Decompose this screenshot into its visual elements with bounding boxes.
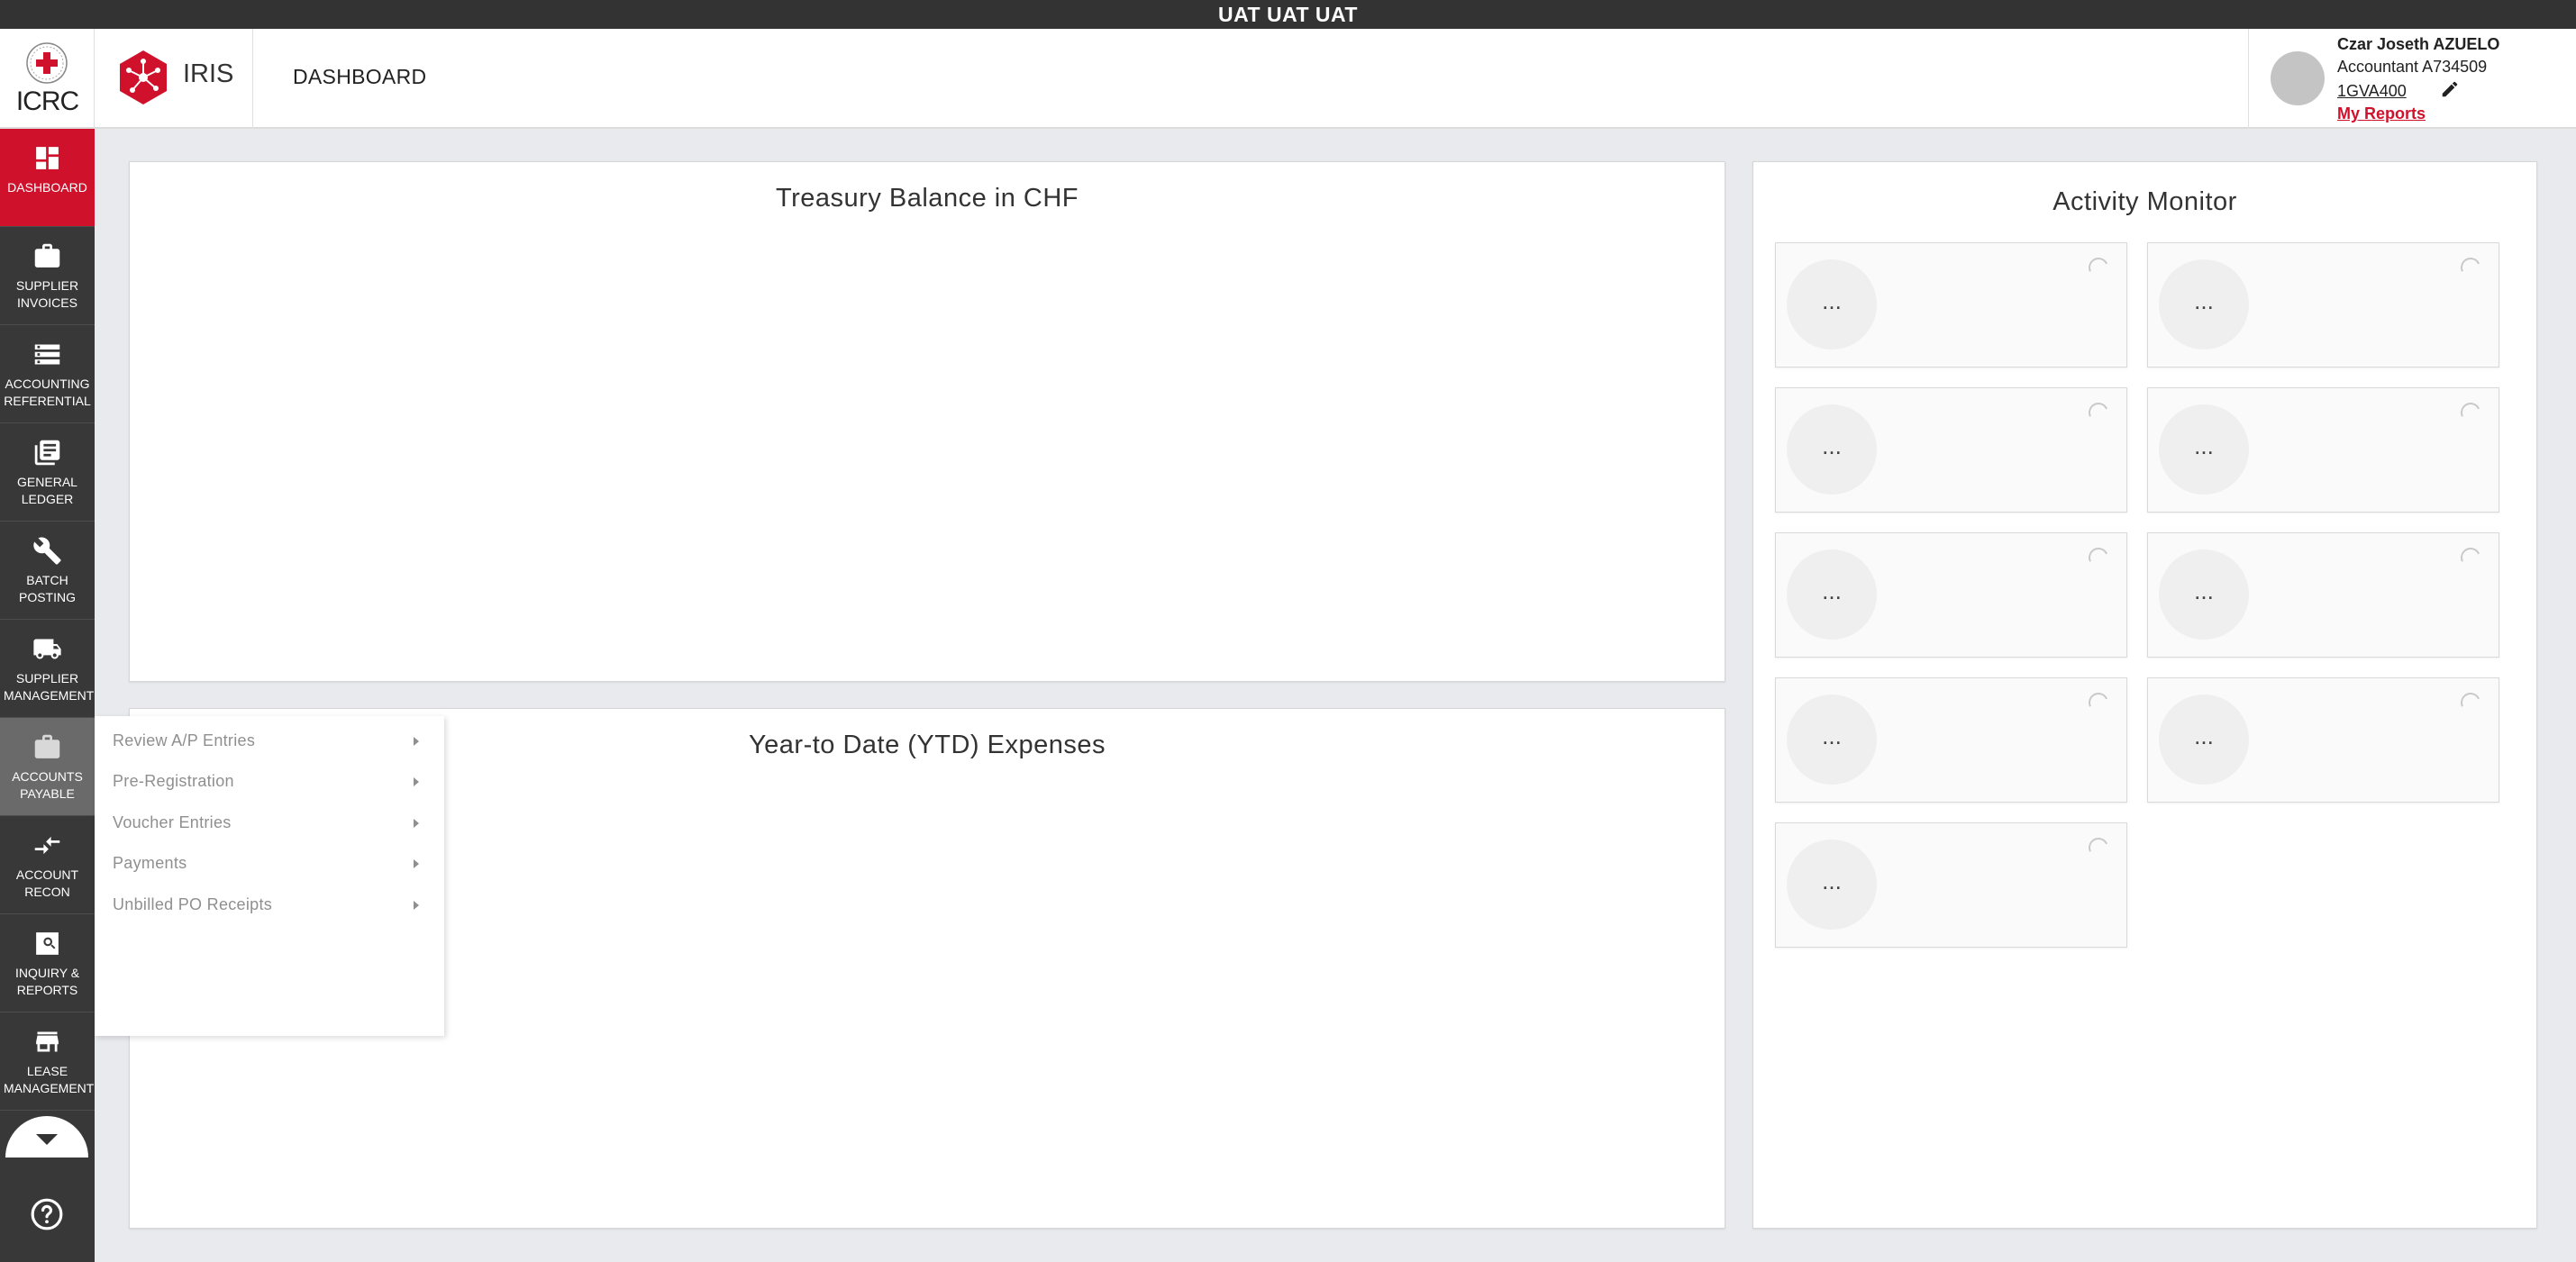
- loading-spinner-icon: [2085, 544, 2112, 571]
- accounts-payable-submenu: Review A/P Entries Pre-Registration Vouc…: [95, 716, 444, 1036]
- red-cross-emblem-icon: [26, 42, 68, 84]
- sidebar-item-accounting-referential[interactable]: ACCOUNTING REFERENTIAL: [0, 325, 95, 423]
- user-name: Czar Joseth AZUELO: [2337, 35, 2500, 53]
- store-icon: [36, 1031, 59, 1052]
- caret-right-icon: [414, 901, 419, 910]
- sidebar-item-label: LEASE MANAGEMENT: [4, 1064, 95, 1095]
- submenu-item-pre-registration[interactable]: Pre-Registration: [113, 772, 419, 799]
- sidebar-item-label: GENERAL LEDGER: [17, 475, 77, 506]
- loading-spinner-icon: [2085, 399, 2112, 426]
- activity-tile[interactable]: ...: [2147, 532, 2499, 658]
- user-profile: Czar Joseth AZUELO Accountant A734509 1G…: [2248, 29, 2576, 129]
- treasury-balance-title: Treasury Balance in CHF: [776, 184, 1079, 213]
- business-unit-link[interactable]: 1GVA400: [2337, 82, 2407, 101]
- chevron-down-icon: [36, 1134, 58, 1145]
- submenu-item-voucher-entries[interactable]: Voucher Entries: [113, 813, 419, 840]
- activity-tile[interactable]: ...: [2147, 677, 2499, 803]
- sidebar-item-supplier-invoices[interactable]: SUPPLIER INVOICES: [0, 227, 95, 325]
- org-name: ICRC: [15, 86, 79, 116]
- caret-right-icon: [414, 737, 419, 746]
- loading-spinner-icon: [2085, 254, 2112, 281]
- sidebar-item-dashboard[interactable]: DASHBOARD: [0, 129, 95, 227]
- sidebar-item-label: ACCOUNTS PAYABLE: [12, 769, 83, 801]
- sidebar-item-inquiry-reports[interactable]: INQUIRY & REPORTS: [0, 914, 95, 1012]
- loading-placeholder: ...: [2159, 259, 2249, 350]
- help-icon[interactable]: [30, 1197, 64, 1231]
- loading-placeholder: ...: [2159, 549, 2249, 640]
- environment-banner: UAT UAT UAT: [0, 0, 2576, 29]
- activity-tile[interactable]: ...: [1775, 822, 2127, 948]
- sidebar-item-label: BATCH POSTING: [18, 573, 76, 604]
- loading-placeholder: ...: [1787, 259, 1877, 350]
- loading-spinner-icon: [2085, 689, 2112, 716]
- sidebar-item-account-recon[interactable]: ACCOUNT RECON: [0, 816, 95, 914]
- caret-right-icon: [414, 859, 419, 868]
- edit-pencil-icon[interactable]: [2440, 79, 2460, 99]
- activity-monitor-panel: Activity Monitor ... ... ... ... ... ...…: [1752, 161, 2537, 1229]
- my-reports-link[interactable]: My Reports: [2337, 104, 2426, 123]
- sidebar-item-label: ACCOUNT RECON: [15, 867, 79, 899]
- loading-placeholder: ...: [1787, 549, 1877, 640]
- truck-icon: [33, 639, 61, 659]
- sidebar-item-general-ledger[interactable]: GENERAL LEDGER: [0, 423, 95, 522]
- search-icon: [36, 932, 59, 955]
- page-title: DASHBOARD: [293, 65, 427, 88]
- sidebar-item-label: SUPPLIER MANAGEMENT: [4, 671, 95, 703]
- ledger-icon: [34, 440, 60, 466]
- loading-spinner-icon: [2457, 544, 2484, 571]
- activity-tile[interactable]: ...: [2147, 387, 2499, 513]
- caret-right-icon: [414, 819, 419, 828]
- wrench-icon: [33, 537, 61, 565]
- briefcase-icon: [34, 734, 60, 758]
- user-role: Accountant A734509: [2337, 58, 2488, 76]
- loading-placeholder: ...: [1787, 840, 1877, 930]
- sidebar-item-supplier-management[interactable]: SUPPLIER MANAGEMENT: [0, 620, 95, 718]
- loading-placeholder: ...: [2159, 404, 2249, 495]
- loading-spinner-icon: [2457, 689, 2484, 716]
- dashboard-icon: [36, 147, 59, 169]
- sidebar-item-batch-posting[interactable]: BATCH POSTING: [0, 522, 95, 620]
- activity-tile[interactable]: ...: [1775, 677, 2127, 803]
- sidebar-item-accounts-payable[interactable]: ACCOUNTS PAYABLE: [0, 718, 95, 816]
- loading-spinner-icon: [2457, 399, 2484, 426]
- app-name: IRIS: [183, 59, 234, 88]
- submenu-item-label: Unbilled PO Receipts: [113, 895, 273, 913]
- avatar[interactable]: [2271, 51, 2325, 105]
- storage-icon: [34, 344, 60, 365]
- icrc-brand[interactable]: ICRC: [0, 29, 95, 129]
- loading-placeholder: ...: [2159, 695, 2249, 785]
- submenu-item-unbilled-po-receipts[interactable]: Unbilled PO Receipts: [113, 895, 419, 922]
- activity-tile[interactable]: ...: [1775, 387, 2127, 513]
- iris-logo-icon: [120, 50, 167, 104]
- top-header: ICRC IRIS DASHBOARD Czar Joseth AZUELO A…: [0, 29, 2576, 129]
- activity-tile[interactable]: ...: [2147, 242, 2499, 368]
- loading-placeholder: ...: [1787, 695, 1877, 785]
- activity-tile[interactable]: ...: [1775, 532, 2127, 658]
- sidebar-item-label: SUPPLIER INVOICES: [15, 278, 79, 310]
- sidebar-item-label: INQUIRY & REPORTS: [14, 966, 80, 997]
- loading-placeholder: ...: [1787, 404, 1877, 495]
- submenu-item-label: Pre-Registration: [113, 772, 234, 790]
- compare-arrows-icon: [34, 836, 60, 855]
- iris-app-brand[interactable]: IRIS: [95, 29, 253, 129]
- sidebar-item-lease-management[interactable]: LEASE MANAGEMENT: [0, 1012, 95, 1111]
- sidebar-nav: DASHBOARD SUPPLIER INVOICES ACCOUNTING R…: [0, 129, 95, 1262]
- sidebar-item-label: ACCOUNTING REFERENTIAL: [4, 377, 91, 408]
- more-menu-button[interactable]: [5, 1116, 88, 1158]
- submenu-item-label: Payments: [113, 854, 187, 872]
- sidebar-item-label: DASHBOARD: [7, 180, 87, 195]
- briefcase-icon: [34, 243, 60, 268]
- activity-monitor-title: Activity Monitor: [2053, 187, 2237, 216]
- treasury-balance-panel: Treasury Balance in CHF: [129, 161, 1725, 682]
- submenu-item-payments[interactable]: Payments: [113, 854, 419, 881]
- loading-spinner-icon: [2085, 834, 2112, 861]
- caret-right-icon: [414, 777, 419, 786]
- submenu-item-review-ap-entries[interactable]: Review A/P Entries: [113, 731, 419, 758]
- activity-tile[interactable]: ...: [1775, 242, 2127, 368]
- submenu-item-label: Review A/P Entries: [113, 731, 256, 749]
- loading-spinner-icon: [2457, 254, 2484, 281]
- submenu-item-label: Voucher Entries: [113, 813, 232, 831]
